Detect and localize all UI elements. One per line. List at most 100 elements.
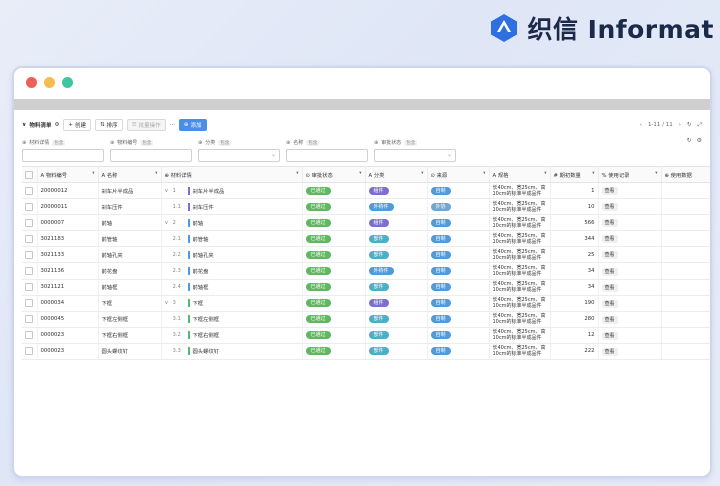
view-record-button[interactable]: 查看: [601, 267, 618, 276]
filter-operator[interactable]: 包含: [306, 139, 320, 146]
filter-label-row: ⊕ 物料编号 包含: [110, 138, 198, 147]
filter-input[interactable]: [286, 149, 368, 162]
view-record-button[interactable]: 查看: [601, 347, 618, 356]
checkbox[interactable]: [25, 315, 33, 324]
column-header-0[interactable]: A 物料编号 ▾: [37, 166, 99, 183]
filter-type-icon: ⊕: [286, 139, 291, 146]
checkbox[interactable]: [25, 331, 33, 340]
column-header-1[interactable]: A 名称 ▾: [98, 166, 162, 183]
create-button[interactable]: + 创建: [63, 119, 92, 131]
sort-button[interactable]: ⇅ 排序: [95, 119, 123, 131]
fullscreen-icon[interactable]: ⤢: [698, 122, 702, 129]
row-checkbox[interactable]: [22, 295, 38, 312]
checkbox[interactable]: [25, 186, 33, 195]
checkbox[interactable]: [25, 234, 33, 243]
cell-status: 已通过: [302, 198, 366, 216]
row-checkbox[interactable]: [22, 246, 38, 264]
view-record-button[interactable]: 查看: [601, 331, 618, 340]
select-all-checkbox[interactable]: [22, 166, 38, 183]
table-row[interactable]: 0000045 下框左侧框 3.1 下框左侧框 已通过 部件 自制 长40cm、宽25cm、高…: [22, 311, 710, 328]
more-button[interactable]: ···: [170, 122, 175, 128]
table-row[interactable]: 3021183 前管轴 2.1 前管轴 已通过 部件 自制 长40cm、宽25cm、高10cm…: [22, 230, 710, 248]
column-header-label: 审批状态: [311, 172, 333, 179]
informat-logo-icon: [491, 14, 518, 42]
view-record-button[interactable]: 查看: [601, 251, 618, 260]
column-header-9[interactable]: ⊕ 使用数据: [661, 166, 710, 183]
view-record-button[interactable]: 查看: [601, 219, 618, 228]
row-checkbox[interactable]: [22, 230, 38, 248]
add-button[interactable]: ⊕ 添加: [178, 119, 207, 131]
hierarchy: ∨ 1 刹车片半成品: [165, 186, 299, 195]
filter-label-row: ⊕ 名称 包含: [286, 138, 374, 147]
table-row[interactable]: 3021121 前轴框 2.4 前轴框 已通过 部件 自制 长40cm、宽25cm、高10cm…: [22, 279, 710, 296]
app-window: ∨ 物料清单 ⚙ + 创建 ⇅ 排序 ☰ 批量操作 ··· ⊕ 添加 ‹ 1-1…: [12, 66, 712, 478]
row-checkbox[interactable]: [22, 327, 38, 344]
row-checkbox[interactable]: [22, 262, 38, 280]
minimize-window-button[interactable]: [44, 77, 55, 88]
cell-record: 查看: [598, 343, 662, 361]
prev-page-icon[interactable]: ‹: [640, 122, 642, 128]
row-checkbox[interactable]: [22, 182, 38, 200]
close-window-button[interactable]: [26, 77, 37, 88]
refresh-icon[interactable]: ↻: [687, 122, 692, 128]
view-record-button[interactable]: 查看: [601, 203, 618, 212]
filter-operator[interactable]: 包含: [140, 139, 154, 146]
cell-name: 刹车片半成品: [98, 182, 162, 200]
table-row[interactable]: 0000034 下框 ∨ 3 下框 已通过 组件 自制 长40cm、宽25cm、高10cm的标准…: [22, 295, 710, 312]
filter-select[interactable]: ⌄: [198, 149, 280, 162]
filter-operator[interactable]: 包含: [218, 139, 232, 146]
level-bar: [187, 283, 190, 292]
detail-text: 前轴框: [192, 285, 209, 292]
table-row[interactable]: 0000007 前轴 ∨ 2 前轴 已通过 组件 自制 长40cm、宽25cm、高10cm的标准…: [22, 214, 710, 232]
settings-icon[interactable]: ⚙: [54, 122, 59, 128]
column-header-4[interactable]: A 分类 ▾: [365, 166, 428, 183]
level-number: 2.3: [172, 268, 181, 275]
row-checkbox[interactable]: [22, 279, 38, 296]
detail-text: 圆头螺纹钉: [192, 349, 220, 356]
batch-button[interactable]: ☰ 批量操作: [126, 119, 166, 131]
column-header-2[interactable]: ⊕ 材料详情 ▾: [161, 166, 303, 183]
filter-input[interactable]: [22, 149, 104, 162]
checkbox[interactable]: [25, 250, 33, 259]
table-row[interactable]: 3021136 前花盘 2.3 前花盘 已通过 外购件 自制 长40cm、宽25cm、高10c…: [22, 262, 710, 280]
reset-filter-icon[interactable]: ↻: [687, 137, 692, 144]
filter-select[interactable]: ⌄: [374, 149, 456, 162]
row-checkbox[interactable]: [22, 198, 38, 216]
view-title[interactable]: ∨ 物料清单 ⚙: [22, 121, 59, 129]
filter-operator[interactable]: 包含: [404, 139, 418, 146]
checkbox[interactable]: [25, 202, 33, 211]
table-row[interactable]: 3021133 前轴孔夹 2.2 前轴孔夹 已通过 部件 自制 长40cm、宽25cm、高10…: [22, 246, 710, 264]
maximize-window-button[interactable]: [62, 77, 73, 88]
column-header-8[interactable]: % 使用记录 ▾: [598, 166, 662, 183]
view-record-button[interactable]: 查看: [601, 235, 618, 244]
detail-text: 前花盘: [192, 269, 209, 276]
column-header-6[interactable]: A 规格 ▾: [489, 166, 551, 183]
hierarchy: 2.3 前花盘: [165, 267, 299, 276]
table-row[interactable]: 0000023 圆头螺纹钉 3.3 圆头螺纹钉 已通过 部件 自制 长40cm、宽25cm、高…: [22, 343, 710, 361]
filter-operator[interactable]: 包含: [52, 139, 66, 146]
checkbox[interactable]: [25, 299, 33, 308]
chevron-down-icon[interactable]: ∨: [165, 300, 170, 306]
checkbox[interactable]: [25, 218, 33, 227]
filter-input[interactable]: [110, 149, 192, 162]
checkbox[interactable]: [25, 347, 33, 356]
column-header-5[interactable]: ⊙ 来源 ▾: [427, 166, 490, 183]
table-row[interactable]: 0000023 下框右侧框 3.2 下框右侧框 已通过 部件 自制 长40cm、宽25cm、高…: [22, 327, 710, 344]
view-record-button[interactable]: 查看: [601, 187, 618, 196]
column-header-7[interactable]: # 期初数量 ▾: [550, 166, 599, 183]
table-row[interactable]: 20000011 刹车压件 1.1 刹车压件 已通过 外购件 外协 长40cm、宽25cm、高…: [22, 198, 710, 216]
column-header-3[interactable]: ⊙ 审批状态 ▾: [302, 166, 366, 183]
row-checkbox[interactable]: [22, 311, 38, 328]
checkbox[interactable]: [25, 283, 33, 292]
view-record-button[interactable]: 查看: [601, 283, 618, 292]
view-record-button[interactable]: 查看: [601, 299, 618, 308]
chevron-down-icon[interactable]: ∨: [165, 220, 170, 226]
row-checkbox[interactable]: [22, 214, 38, 232]
row-checkbox[interactable]: [22, 343, 38, 361]
chevron-down-icon[interactable]: ∨: [165, 188, 170, 194]
checkbox[interactable]: [25, 267, 33, 276]
view-record-button[interactable]: 查看: [601, 315, 618, 324]
filter-settings-icon[interactable]: ⚙: [697, 137, 702, 144]
next-page-icon[interactable]: ›: [679, 122, 681, 128]
table-row[interactable]: 20000012 刹车片半成品 ∨ 1 刹车片半成品 已通过 组件 自制 长40cm、宽25cm…: [22, 182, 710, 200]
